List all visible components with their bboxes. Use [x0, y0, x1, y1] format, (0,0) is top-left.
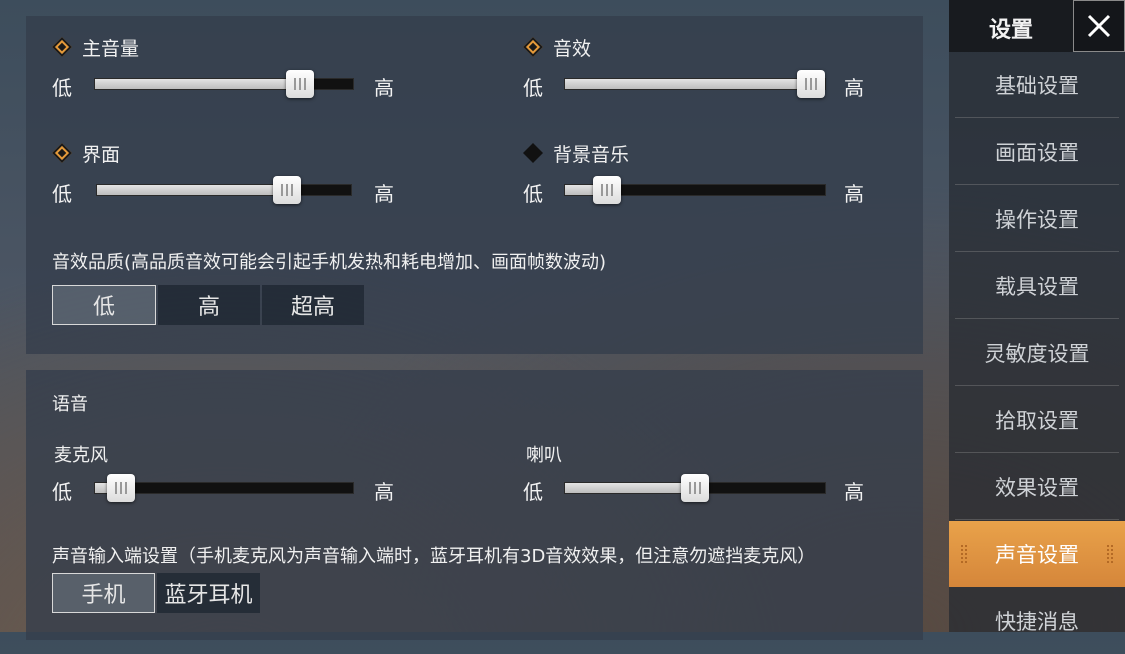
sfx-toggle[interactable]	[523, 36, 545, 59]
grip-icon	[961, 545, 967, 565]
high-label: 高	[844, 182, 864, 206]
sidebar-item-label: 拾取设置	[995, 408, 1079, 433]
volume-panel: 主音量 低 高 音效 低 高 界面 低 高 背景音乐 低 高 音效品质(高品质音…	[26, 16, 923, 354]
checkbox-diamond-icon	[52, 142, 72, 163]
master-volume-label-row: 主音量	[52, 34, 139, 61]
bgm-label: 背景音乐	[553, 144, 630, 166]
low-label: 低	[523, 480, 543, 504]
voice-input-description: 声音输入端设置（手机麦克风为声音输入端时，蓝牙耳机有3D音效效果，但注意勿遮挡麦…	[52, 546, 816, 567]
sidebar-item-effects[interactable]: 效果设置	[955, 454, 1119, 520]
speaker-slider[interactable]	[564, 474, 826, 502]
sidebar-item-graphics[interactable]: 画面设置	[955, 119, 1119, 185]
quality-option-ultra[interactable]: 超高	[262, 285, 364, 325]
sidebar-item-label: 载具设置	[995, 274, 1079, 299]
settings-sidebar: 设置 基础设置 画面设置 操作设置 载具设置 灵敏度设置 拾取设置 效果设置 声…	[949, 0, 1125, 634]
sfx-label-row: 音效	[523, 34, 591, 61]
ui-volume-toggle[interactable]	[52, 142, 74, 165]
input-option-bluetooth[interactable]: 蓝牙耳机	[157, 573, 260, 613]
sidebar-item-label: 基础设置	[995, 73, 1079, 98]
grip-icon	[1107, 545, 1113, 565]
checkbox-diamond-icon	[52, 36, 72, 57]
close-icon	[1087, 14, 1111, 38]
high-label: 高	[374, 76, 394, 100]
bgm-label-row: 背景音乐	[523, 140, 629, 167]
slider-handle[interactable]	[797, 70, 825, 98]
high-label: 高	[374, 182, 394, 206]
ui-volume-slider[interactable]	[96, 176, 352, 204]
voice-input-selector: 手机 蓝牙耳机	[52, 573, 262, 613]
low-label: 低	[52, 182, 72, 206]
sidebar-item-basic[interactable]: 基础设置	[955, 52, 1119, 118]
master-volume-toggle[interactable]	[52, 36, 74, 59]
high-label: 高	[844, 480, 864, 504]
ui-volume-label: 界面	[82, 144, 121, 166]
settings-title: 设置	[989, 18, 1034, 43]
sidebar-item-sensitivity[interactable]: 灵敏度设置	[955, 320, 1119, 386]
quality-option-high[interactable]: 高	[158, 285, 260, 325]
checkbox-diamond-icon	[523, 36, 543, 57]
sfx-slider[interactable]	[564, 70, 826, 98]
sidebar-header: 设置	[949, 0, 1125, 52]
audio-quality-description: 音效品质(高品质音效可能会引起手机发热和耗电增加、画面帧数波动)	[52, 252, 607, 273]
low-label: 低	[52, 76, 72, 100]
slider-handle[interactable]	[273, 176, 302, 204]
sidebar-item-sound[interactable]: 声音设置	[949, 521, 1125, 587]
slider-handle[interactable]	[106, 474, 135, 502]
bgm-toggle[interactable]	[523, 142, 545, 165]
high-label: 高	[844, 76, 864, 100]
sidebar-item-label: 效果设置	[995, 475, 1079, 500]
high-label: 高	[374, 480, 394, 504]
sidebar-item-label: 声音设置	[995, 543, 1079, 567]
bgm-slider[interactable]	[564, 176, 826, 204]
sfx-label: 音效	[553, 38, 592, 60]
master-volume-label: 主音量	[82, 38, 140, 60]
master-volume-slider[interactable]	[94, 70, 354, 98]
audio-quality-selector: 低 高 超高	[52, 285, 366, 325]
speaker-label: 喇叭	[526, 445, 562, 466]
slider-handle[interactable]	[285, 70, 314, 98]
quality-option-low[interactable]: 低	[52, 285, 156, 325]
close-button[interactable]	[1073, 0, 1125, 52]
input-option-phone[interactable]: 手机	[52, 573, 155, 613]
sidebar-item-label: 操作设置	[995, 207, 1079, 232]
sidebar-item-label: 画面设置	[995, 140, 1079, 165]
sidebar-item-quick-message[interactable]: 快捷消息	[955, 588, 1119, 654]
microphone-label: 麦克风	[54, 445, 108, 466]
sidebar-item-pickup[interactable]: 拾取设置	[955, 387, 1119, 453]
slider-fill	[95, 79, 300, 89]
voice-section-title: 语音	[52, 394, 88, 415]
slider-fill	[565, 483, 695, 493]
sidebar-item-vehicle[interactable]: 载具设置	[955, 253, 1119, 319]
slider-fill	[565, 79, 811, 89]
low-label: 低	[523, 76, 543, 100]
sidebar-item-controls[interactable]: 操作设置	[955, 186, 1119, 252]
voice-panel: 语音 麦克风 低 高 喇叭 低 高 声音输入端设置（手机麦克风为声音输入端时，蓝…	[26, 370, 923, 640]
slider-fill	[97, 185, 288, 195]
slider-handle[interactable]	[592, 176, 621, 204]
microphone-slider[interactable]	[94, 474, 354, 502]
slider-handle[interactable]	[681, 474, 709, 502]
low-label: 低	[523, 182, 543, 206]
low-label: 低	[52, 480, 72, 504]
checkbox-diamond-icon	[523, 142, 543, 163]
sidebar-item-label: 灵敏度设置	[984, 341, 1090, 366]
ui-volume-label-row: 界面	[52, 140, 120, 167]
